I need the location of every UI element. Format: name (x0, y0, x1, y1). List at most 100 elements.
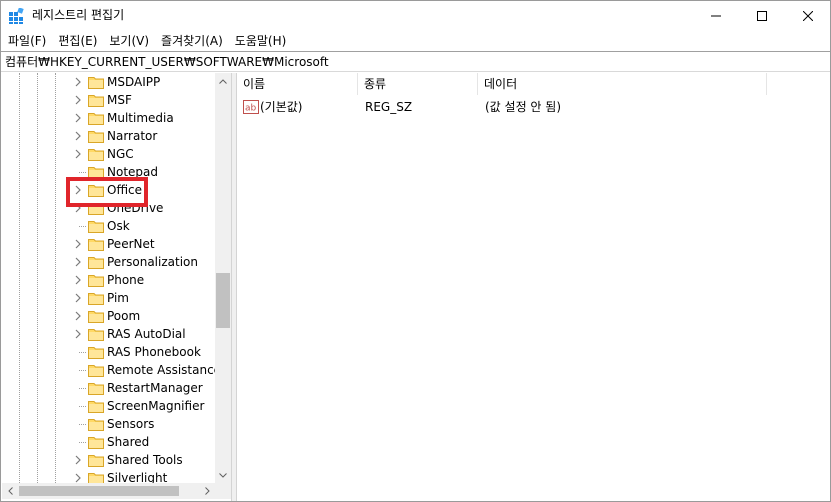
folder-icon (88, 274, 104, 287)
title-bar: 레지스트리 편집기 (0, 0, 831, 31)
maximize-icon (757, 10, 767, 21)
tree-item[interactable]: Personalization (2, 253, 215, 271)
minimize-button[interactable] (693, 0, 739, 31)
key-tree: MSDAIPP MSF Multimedia Narrator NGC Notepad Of… (2, 73, 215, 483)
expand-chevron-icon[interactable] (73, 76, 83, 88)
folder-icon (88, 112, 104, 125)
tree-item[interactable]: MSDAIPP (2, 73, 215, 91)
expand-chevron-icon[interactable] (73, 148, 83, 160)
menu-view[interactable]: 보기(V) (103, 31, 155, 51)
expand-chevron-icon[interactable] (73, 112, 83, 124)
column-header-name[interactable]: 이름 (237, 73, 358, 95)
expand-chevron-icon[interactable] (73, 274, 83, 286)
expand-chevron-icon[interactable] (73, 472, 83, 483)
menu-favorites[interactable]: 즐겨찾기(A) (155, 31, 229, 51)
tree-item-label: RAS AutoDial (107, 327, 186, 341)
tree-item-label: Osk (107, 219, 130, 233)
tree-horizontal-scrollbar[interactable] (2, 483, 215, 499)
address-path[interactable]: 컴퓨터₩HKEY_CURRENT_USER₩SOFTWARE₩Microsoft (5, 54, 329, 70)
svg-text:ab: ab (245, 104, 257, 114)
tree-item[interactable]: NGC (2, 145, 215, 163)
tree-item[interactable]: PeerNet (2, 235, 215, 253)
expand-chevron-icon[interactable] (73, 94, 83, 106)
folder-icon (88, 148, 104, 161)
scroll-up-button[interactable] (215, 73, 231, 89)
tree-item-label: Shared Tools (107, 453, 183, 467)
highlight-box (66, 177, 148, 207)
tree-item-label: Remote Assistance (107, 363, 215, 377)
tree-item-label: Shared (107, 435, 150, 449)
folder-icon (88, 364, 104, 377)
folder-icon (88, 130, 104, 143)
tree-vertical-scrollbar[interactable] (215, 73, 231, 483)
folder-icon (88, 472, 104, 483)
expand-chevron-icon[interactable] (73, 130, 83, 142)
folder-icon (88, 238, 104, 251)
tree-item-label: Narrator (107, 129, 158, 143)
expand-chevron-icon[interactable] (73, 292, 83, 304)
scroll-right-arrow-icon (204, 487, 210, 495)
key-tree-pane: MSDAIPP MSF Multimedia Narrator NGC Notepad Of… (2, 73, 231, 501)
scroll-left-arrow-icon (7, 487, 13, 495)
folder-icon (88, 310, 104, 323)
tree-item[interactable]: MSF (2, 91, 215, 109)
scrollbar-corner (215, 483, 231, 499)
list-header: 이름 종류 데이터 (237, 73, 830, 95)
scroll-right-button[interactable] (199, 483, 215, 499)
scroll-down-arrow-icon (219, 472, 227, 478)
horizontal-scroll-thumb[interactable] (19, 486, 179, 496)
window-title: 레지스트리 편집기 (32, 8, 125, 22)
tree-item-label: Poom (107, 309, 141, 323)
folder-icon (88, 328, 104, 341)
tree-item-label: ScreenMagnifier (107, 399, 205, 413)
minimize-icon (711, 15, 721, 16)
folder-icon (88, 382, 104, 395)
menu-edit[interactable]: 편집(E) (52, 31, 103, 51)
address-bar[interactable]: 컴퓨터₩HKEY_CURRENT_USER₩SOFTWARE₩Microsoft (1, 51, 830, 72)
expand-chevron-icon[interactable] (73, 238, 83, 250)
tree-item[interactable]: RestartManager (2, 379, 215, 397)
maximize-button[interactable] (739, 0, 785, 31)
menu-file[interactable]: 파일(F) (2, 31, 52, 51)
tree-item[interactable]: Osk (2, 217, 215, 235)
folder-icon (88, 436, 104, 449)
tree-item[interactable]: ScreenMagnifier (2, 397, 215, 415)
tree-item[interactable]: Remote Assistance (2, 361, 215, 379)
tree-item-label: Multimedia (107, 111, 174, 125)
column-header-type[interactable]: 종류 (358, 73, 478, 95)
tree-item[interactable]: Poom (2, 307, 215, 325)
expand-chevron-icon[interactable] (73, 454, 83, 466)
tree-item-label: NGC (107, 147, 134, 161)
tree-item[interactable]: RAS Phonebook (2, 343, 215, 361)
tree-item[interactable]: Shared Tools (2, 451, 215, 469)
menu-help[interactable]: 도움말(H) (229, 31, 293, 51)
tree-item-label: MSDAIPP (107, 75, 161, 89)
scroll-down-button[interactable] (215, 467, 231, 483)
close-button[interactable] (785, 0, 831, 31)
tree-item[interactable]: Sensors (2, 415, 215, 433)
tree-item-label: MSF (107, 93, 132, 107)
menu-bar: 파일(F) 편집(E) 보기(V) 즐겨찾기(A) 도움말(H) (0, 31, 831, 51)
tree-item-label: Silverlight (107, 471, 168, 483)
expand-chevron-icon[interactable] (73, 310, 83, 322)
tree-connector (79, 172, 86, 173)
tree-item[interactable]: Silverlight (2, 469, 215, 483)
column-header-data[interactable]: 데이터 (478, 73, 767, 95)
tree-item[interactable]: Multimedia (2, 109, 215, 127)
value-type: REG_SZ (365, 100, 413, 114)
tree-item-label: Pim (107, 291, 129, 305)
vertical-scroll-thumb[interactable] (216, 273, 230, 328)
tree-item[interactable]: Narrator (2, 127, 215, 145)
tree-connector (79, 424, 86, 425)
value-data: (값 설정 안 됨) (485, 100, 562, 114)
tree-item[interactable]: Phone (2, 271, 215, 289)
tree-item[interactable]: RAS AutoDial (2, 325, 215, 343)
scroll-left-button[interactable] (2, 483, 18, 499)
tree-item[interactable]: Shared (2, 433, 215, 451)
expand-chevron-icon[interactable] (73, 328, 83, 340)
tree-item-label: RestartManager (107, 381, 203, 395)
tree-item[interactable]: Pim (2, 289, 215, 307)
value-row[interactable]: ab (기본값) REG_SZ (값 설정 안 됨) (237, 97, 830, 117)
tree-item-label: RAS Phonebook (107, 345, 201, 359)
expand-chevron-icon[interactable] (73, 256, 83, 268)
